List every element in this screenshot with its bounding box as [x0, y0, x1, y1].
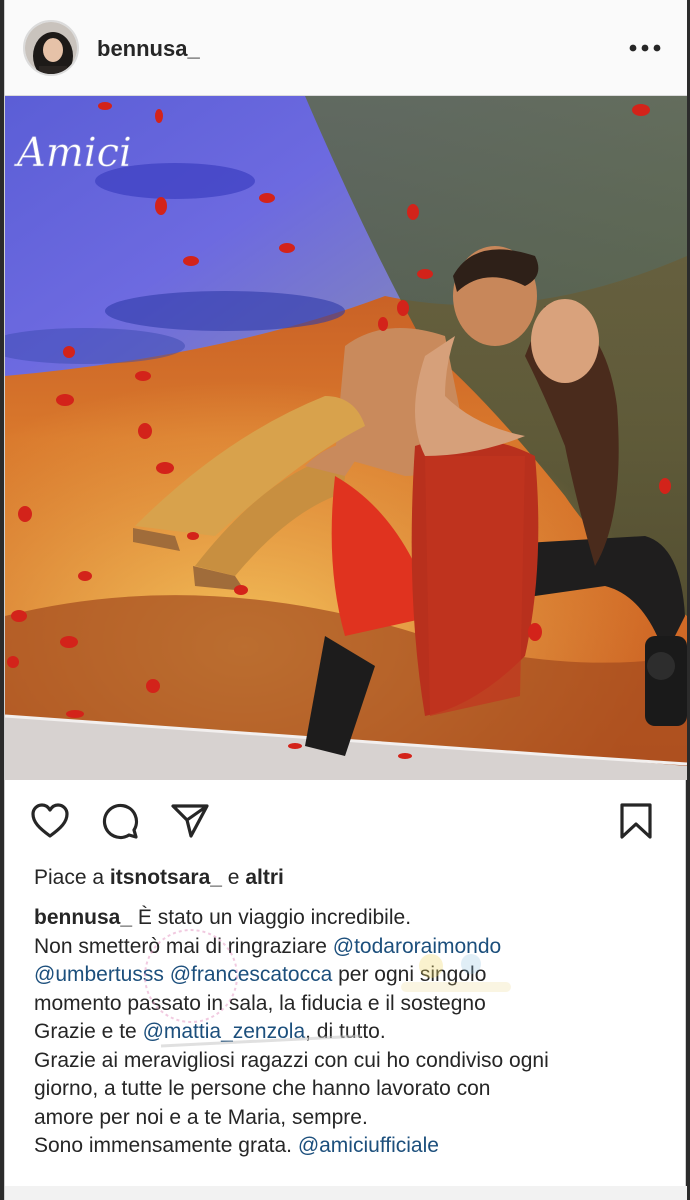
caption-line: per ogni singolo [332, 963, 487, 986]
post-photo[interactable]: Amici [5, 96, 687, 780]
liked-by-user-link[interactable]: itsnotsara_ [110, 866, 222, 889]
caption-author-link[interactable]: bennusa_ [34, 906, 132, 929]
comment-icon [102, 803, 139, 840]
bookmark-icon [620, 803, 652, 839]
instagram-post: bennusa_ Amici Piace a itsnotsara_ e alt… [4, 0, 687, 1200]
post-username[interactable]: bennusa_ [97, 36, 200, 62]
caption-line: Sono immensamente grata. [34, 1134, 298, 1157]
mention-link[interactable]: @amiciufficiale [298, 1134, 439, 1157]
caption-line: Grazie e te [34, 1020, 143, 1043]
caption-line: giorno, a tutte le persone che hanno lav… [34, 1077, 491, 1100]
post-actions-bar [5, 780, 687, 860]
caption-line: Non smetterò mai di ringraziare [34, 934, 333, 958]
caption-line: momento passato in sala, la fiducia e il… [34, 991, 486, 1015]
amici-logo: Amici [13, 130, 132, 176]
caption-line: Grazie ai meravigliosi ragazzi con cui h… [34, 1048, 549, 1072]
comment-button[interactable] [99, 800, 141, 842]
mention-link[interactable]: @todaroraimondo [333, 935, 501, 958]
save-button[interactable] [615, 800, 657, 842]
more-horizontal-icon [629, 44, 661, 52]
bottom-strip [5, 1186, 687, 1200]
post-header: bennusa_ [5, 0, 687, 96]
caption-line: È stato un viaggio incredibile. [132, 906, 412, 929]
heart-icon [31, 803, 69, 838]
like-button[interactable] [29, 800, 71, 842]
mention-link[interactable]: @umbertusss [34, 963, 164, 986]
mention-link[interactable]: @mattia_zenzola [143, 1020, 306, 1043]
likes-prefix: Piace a [34, 866, 105, 889]
caption-line: amore per noi e a te Maria, sempre. [34, 1105, 368, 1129]
likes-connector: e [227, 866, 240, 889]
post-caption: bennusa_ È stato un viaggio incredibile.… [34, 904, 674, 1161]
paper-plane-icon [171, 804, 209, 838]
more-options-button[interactable] [625, 30, 665, 66]
avatar[interactable] [23, 20, 79, 76]
likes-others-link[interactable]: altri [245, 866, 284, 889]
share-button[interactable] [169, 800, 211, 842]
mention-link[interactable]: @francescatocca [170, 963, 333, 986]
likes-summary: Piace a itsnotsara_ e altri [34, 866, 284, 890]
caption-line: , di tutto. [305, 1020, 386, 1043]
